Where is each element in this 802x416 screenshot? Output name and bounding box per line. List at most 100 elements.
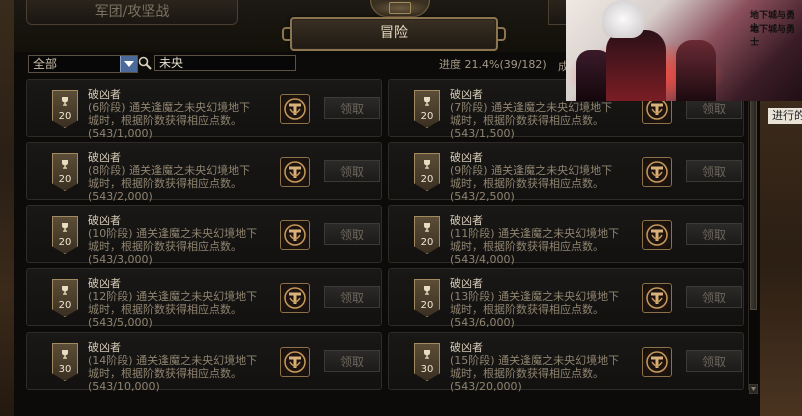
trophy-icon bbox=[62, 223, 68, 232]
achievement-text: 破凶者 (13阶段) 通关逢魔之未央幻境地下 城时，根据阶数获得相应点数。 (543/… bbox=[450, 277, 630, 329]
points-badge: 30 bbox=[414, 343, 440, 381]
category-select[interactable]: 全部 bbox=[28, 55, 138, 73]
background-left-scenery bbox=[0, 0, 14, 416]
achievement-title: 破凶者 bbox=[450, 341, 483, 354]
achievement-title: 破凶者 bbox=[450, 151, 483, 164]
achievement-text: 破凶者 (10阶段) 通关逢魔之未央幻境地下 城时，根据阶数获得相应点数。 (543/… bbox=[88, 214, 268, 266]
reward-box-icon[interactable] bbox=[280, 347, 310, 377]
points-badge: 20 bbox=[52, 279, 78, 317]
achievement-progress-count: (543/6,000) bbox=[450, 316, 515, 329]
promo-character-center bbox=[606, 30, 666, 101]
points-value: 20 bbox=[58, 111, 72, 122]
points-badge: 20 bbox=[414, 279, 440, 317]
achievement-window: 进行的 军团/攻坚战 冒险 全部 进度 21.4%(39/182) 20破凶者(… bbox=[0, 0, 802, 416]
claim-button[interactable]: 领取 bbox=[686, 350, 742, 372]
achievement-progress-count: (543/1,000) bbox=[88, 127, 153, 140]
achievement-card: 20 破凶者 (10阶段) 通关逢魔之未央幻境地下 城时，根据阶数获得相应点数。 (54… bbox=[26, 205, 382, 266]
claim-button[interactable]: 领取 bbox=[686, 160, 742, 182]
points-value: 20 bbox=[58, 237, 72, 248]
reward-box-icon[interactable] bbox=[280, 283, 310, 313]
achievement-progress-count: (543/5,000) bbox=[88, 316, 153, 329]
promo-character-hair bbox=[602, 0, 644, 38]
scrollbar-thumb[interactable] bbox=[750, 84, 757, 310]
achievement-description-line2: 城时，根据阶数获得相应点数。 bbox=[88, 240, 242, 253]
points-badge: 20 bbox=[52, 216, 78, 254]
achievement-description: (10阶段) 通关逢魔之未央幻境地下 bbox=[88, 227, 258, 240]
achievement-description: (11阶段) 通关逢魔之未央幻境地下 bbox=[450, 227, 620, 240]
reward-box-icon[interactable] bbox=[642, 283, 672, 313]
achievement-card: 20 破凶者 (12阶段) 通关逢魔之未央幻境地下 城时，根据阶数获得相应点数。 (54… bbox=[26, 268, 382, 329]
points-value: 20 bbox=[420, 111, 434, 122]
background-right-scenery bbox=[760, 100, 802, 416]
claim-button[interactable]: 领取 bbox=[324, 286, 380, 308]
chevron-down-icon[interactable] bbox=[120, 56, 137, 72]
background-sign-text: 进行的 bbox=[768, 108, 802, 124]
reward-box-icon[interactable] bbox=[642, 157, 672, 187]
trophy-icon bbox=[62, 350, 68, 359]
trophy-icon bbox=[424, 160, 430, 169]
trophy-icon bbox=[424, 350, 430, 359]
scroll-down-arrow-icon[interactable] bbox=[749, 384, 758, 394]
achievement-progress-count: (543/3,000) bbox=[88, 253, 153, 266]
achievement-progress-count: (543/4,000) bbox=[450, 253, 515, 266]
points-value: 20 bbox=[420, 300, 434, 311]
achievement-progress-count: (543/20,000) bbox=[450, 380, 522, 393]
trophy-icon bbox=[62, 286, 68, 295]
tab-guild-siege[interactable]: 军团/攻坚战 bbox=[26, 0, 238, 25]
points-badge: 20 bbox=[52, 90, 78, 128]
points-value: 20 bbox=[58, 300, 72, 311]
achievement-title: 破凶者 bbox=[450, 277, 483, 290]
promo-banner[interactable]: 地下城与勇士 地下城与勇士 bbox=[566, 0, 802, 101]
achievement-title: 破凶者 bbox=[88, 341, 121, 354]
points-badge: 30 bbox=[52, 343, 78, 381]
reward-box-icon[interactable] bbox=[280, 220, 310, 250]
reward-box-icon[interactable] bbox=[280, 94, 310, 124]
tab-adventure[interactable]: 冒险 bbox=[282, 17, 506, 51]
reward-box-icon[interactable] bbox=[280, 157, 310, 187]
achievement-description: (6阶段) 通关逢魔之未央幻境地下 bbox=[88, 101, 251, 114]
search-input[interactable] bbox=[154, 55, 296, 71]
reward-box-icon[interactable] bbox=[642, 347, 672, 377]
reward-box-icon[interactable] bbox=[642, 220, 672, 250]
achievement-card: 20 破凶者 (9阶段) 通关逢魔之未央幻境地下 城时，根据阶数获得相应点数。 (543… bbox=[388, 142, 744, 203]
claim-button[interactable]: 领取 bbox=[686, 223, 742, 245]
search-icon bbox=[138, 56, 152, 70]
trophy-icon bbox=[62, 160, 68, 169]
achievement-description-line2: 城时，根据阶数获得相应点数。 bbox=[450, 240, 604, 253]
achievement-title: 破凶者 bbox=[450, 214, 483, 227]
points-value: 30 bbox=[58, 364, 72, 375]
achievement-text: 破凶者 (6阶段) 通关逢魔之未央幻境地下 城时，根据阶数获得相应点数。 (543/1… bbox=[88, 88, 268, 140]
trophy-icon bbox=[424, 286, 430, 295]
achievement-description: (13阶段) 通关逢魔之未央幻境地下 bbox=[450, 290, 620, 303]
achievement-description-line2: 城时，根据阶数获得相应点数。 bbox=[450, 177, 604, 190]
achievement-description-line2: 城时，根据阶数获得相应点数。 bbox=[450, 367, 604, 380]
claim-button[interactable]: 领取 bbox=[686, 286, 742, 308]
achievement-list: 20 破凶者 (6阶段) 通关逢魔之未央幻境地下 城时，根据阶数获得相应点数。 (543… bbox=[14, 76, 760, 416]
trophy-icon bbox=[424, 223, 430, 232]
points-badge: 20 bbox=[414, 90, 440, 128]
claim-button[interactable]: 领取 bbox=[324, 223, 380, 245]
points-value: 20 bbox=[420, 174, 434, 185]
trophy-icon bbox=[424, 97, 430, 106]
promo-character-right bbox=[676, 40, 716, 101]
achievement-progress-count: (543/2,000) bbox=[88, 190, 153, 203]
achievement-card: 20 破凶者 (6阶段) 通关逢魔之未央幻境地下 城时，根据阶数获得相应点数。 (543… bbox=[26, 79, 382, 140]
achievement-title: 破凶者 bbox=[88, 88, 121, 101]
achievement-description-line2: 城时，根据阶数获得相应点数。 bbox=[88, 177, 242, 190]
achievement-card: 30 破凶者 (14阶段) 通关逢魔之未央幻境地下 城时，根据阶数获得相应点数。 (54… bbox=[26, 332, 382, 393]
achievement-description-line2: 城时，根据阶数获得相应点数。 bbox=[450, 303, 604, 316]
achievement-text: 破凶者 (11阶段) 通关逢魔之未央幻境地下 城时，根据阶数获得相应点数。 (543/… bbox=[450, 214, 630, 266]
achievement-title: 破凶者 bbox=[88, 277, 121, 290]
achievement-card: 20 破凶者 (11阶段) 通关逢魔之未央幻境地下 城时，根据阶数获得相应点数。 (54… bbox=[388, 205, 744, 266]
achievement-description-line2: 城时，根据阶数获得相应点数。 bbox=[88, 367, 242, 380]
achievement-progress-count: (543/10,000) bbox=[88, 380, 160, 393]
claim-button[interactable]: 领取 bbox=[324, 160, 380, 182]
claim-button[interactable]: 领取 bbox=[324, 350, 380, 372]
achievement-description: (9阶段) 通关逢魔之未央幻境地下 bbox=[450, 164, 613, 177]
points-value: 20 bbox=[58, 174, 72, 185]
achievement-text: 破凶者 (12阶段) 通关逢魔之未央幻境地下 城时，根据阶数获得相应点数。 (543/… bbox=[88, 277, 268, 329]
achievement-text: 破凶者 (14阶段) 通关逢魔之未央幻境地下 城时，根据阶数获得相应点数。 (543/… bbox=[88, 341, 268, 393]
progress-text: 进度 21.4%(39/182) bbox=[439, 58, 547, 71]
achievement-description: (7阶段) 通关逢魔之未央幻境地下 bbox=[450, 101, 613, 114]
claim-button[interactable]: 领取 bbox=[324, 97, 380, 119]
